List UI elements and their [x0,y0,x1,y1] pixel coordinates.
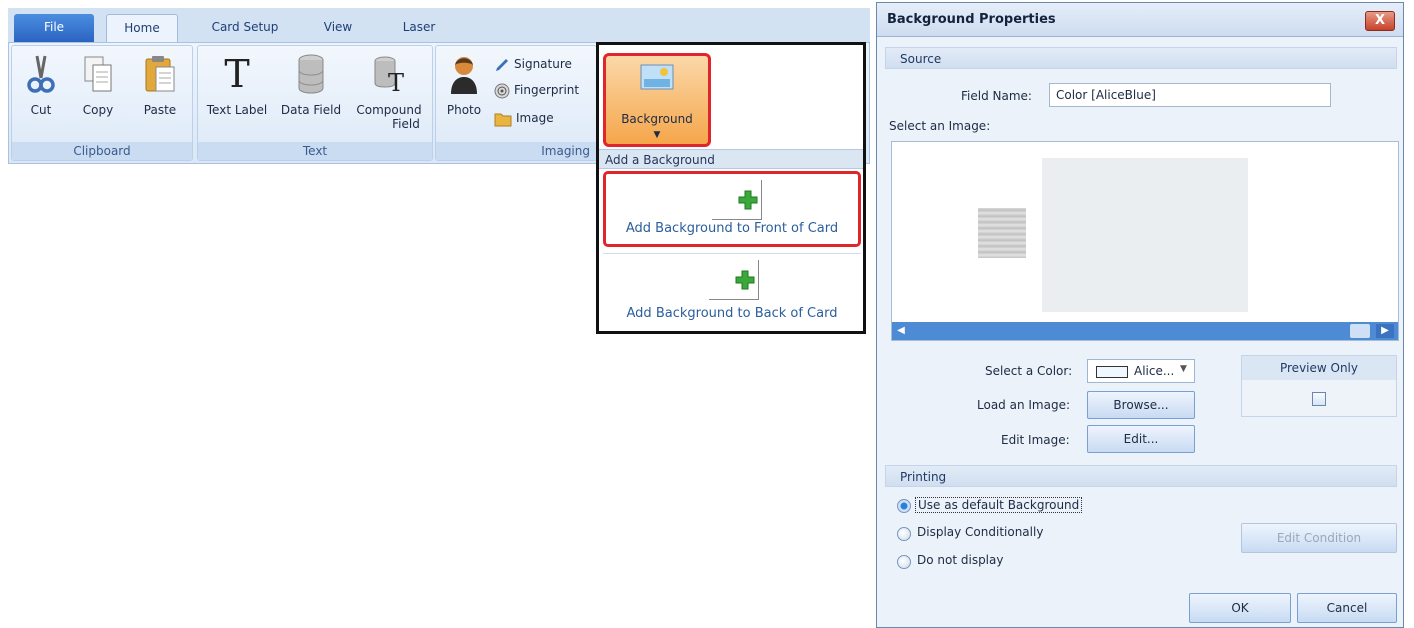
copy-button[interactable]: Copy [74,54,122,117]
paste-label: Paste [143,103,177,117]
clipboard-icon [134,54,186,97]
image-thumbnail[interactable] [978,208,1026,258]
select-image-label: Select an Image: [889,119,991,133]
background-properties-dialog: Background Properties X Source Field Nam… [876,2,1404,628]
radio-button[interactable] [897,555,911,569]
edit-condition-button[interactable]: Edit Condition [1241,523,1397,553]
image-label: Image [516,111,554,125]
clipboard-group: Cut Copy Paste Clipboard [11,45,193,161]
add-front-label: Add Background to Front of Card [625,221,839,236]
background-button-label: Background [621,112,693,126]
radio-button[interactable] [897,499,911,513]
add-background-header: Add a Background [599,149,863,169]
signature-button[interactable]: Signature [494,54,572,74]
edit-image-button[interactable]: Edit... [1087,425,1195,453]
edit-image-label: Edit Image: [1001,433,1070,447]
field-name-input[interactable] [1049,83,1331,107]
chevron-down-icon: ▼ [1180,364,1187,374]
fingerprint-button[interactable]: Fingerprint [494,80,579,100]
compound-field-label-line1: Compound [356,103,422,117]
clipboard-group-label: Clipboard [12,142,192,160]
fingerprint-label: Fingerprint [514,83,580,97]
color-select[interactable]: Alice... ▼ [1087,359,1195,383]
imaging-group-label: Imaging [436,142,596,160]
source-section-header: Source [885,47,1397,69]
tab-file[interactable]: File [14,14,94,42]
copy-label: Copy [82,103,114,117]
signature-label: Signature [514,57,572,71]
background-image-icon [640,64,674,95]
cut-button[interactable]: Cut [18,54,64,117]
ribbon-tab-bar: File Home Card Setup View Laser [8,8,870,42]
person-photo-icon [440,54,488,97]
radio-display-conditionally-label: Display Conditionally [917,525,1044,539]
scissors-icon [18,54,64,97]
compound-field-icon: T [350,54,428,97]
text-label-label: Text Label [206,103,268,117]
radio-button[interactable] [897,527,911,541]
scroll-left-arrow-icon[interactable]: ◀ [894,324,908,338]
image-button[interactable]: Image [494,108,554,128]
fingerprint-icon [494,83,510,98]
cut-label: Cut [30,103,52,117]
svg-text:T: T [388,69,404,94]
close-button[interactable]: X [1365,11,1395,31]
data-field-button[interactable]: Data Field [276,54,346,117]
dialog-title-bar: Background Properties X [877,3,1403,37]
select-color-label: Select a Color: [985,364,1073,378]
plus-icon [738,190,758,210]
photo-label: Photo [446,103,482,117]
tab-laser[interactable]: Laser [386,14,452,42]
text-t-icon: T [202,52,272,97]
dropdown-arrow-icon: ▼ [653,130,661,140]
scroll-thumb[interactable] [1350,324,1370,338]
radio-use-default-label: Use as default Background [915,497,1083,513]
horizontal-scrollbar[interactable]: ◀ ▶ [892,322,1398,340]
add-background-back-option[interactable]: Add Background to Back of Card [603,253,861,329]
photo-button[interactable]: Photo [440,54,488,117]
preview-only-checkbox[interactable] [1312,392,1326,406]
ok-button[interactable]: OK [1189,593,1291,623]
database-icon [276,54,346,97]
load-image-label: Load an Image: [977,398,1070,412]
tab-view[interactable]: View [308,14,368,42]
pen-icon [496,58,508,71]
text-label-button[interactable]: T Text Label [202,52,272,117]
text-group: T Text Label Data Field T Compound Field… [197,45,433,161]
copy-icon [74,54,122,97]
printing-section-header: Printing [885,465,1397,487]
background-dropdown-panel: Background ▼ Add a Background Add Backgr… [596,42,866,334]
image-preview[interactable] [1042,158,1248,312]
add-back-label: Add Background to Back of Card [626,306,838,321]
plus-icon [735,270,755,290]
tab-home[interactable]: Home [106,14,178,42]
scroll-right-arrow-icon[interactable]: ▶ [1376,324,1394,338]
preview-only-label: Preview Only [1242,356,1396,380]
color-swatch [1096,366,1128,378]
background-button[interactable]: Background ▼ [603,53,711,147]
svg-text:T: T [224,54,249,94]
compound-field-button[interactable]: T Compound Field [350,54,428,131]
radio-do-not-display-label: Do not display [917,553,1004,567]
compound-field-label-line2: Field [392,117,420,131]
preview-only-box: Preview Only [1241,355,1397,417]
color-value: Alice... [1134,364,1175,378]
add-background-front-option[interactable]: Add Background to Front of Card [603,171,861,247]
tab-card-setup[interactable]: Card Setup [190,14,300,42]
image-selection-area[interactable]: ◀ ▶ [891,141,1399,341]
text-group-label: Text [198,142,432,160]
card-thumbnail [709,260,759,300]
browse-button[interactable]: Browse... [1087,391,1195,419]
dialog-title: Background Properties [887,12,1056,27]
paste-button[interactable]: Paste [134,54,186,117]
folder-image-icon [494,113,512,126]
card-thumbnail [712,180,762,220]
imaging-group: Photo Signature Fingerprint Image Imagin… [435,45,597,161]
data-field-label: Data Field [280,103,342,117]
cancel-button[interactable]: Cancel [1297,593,1397,623]
field-name-label: Field Name: [961,89,1032,103]
